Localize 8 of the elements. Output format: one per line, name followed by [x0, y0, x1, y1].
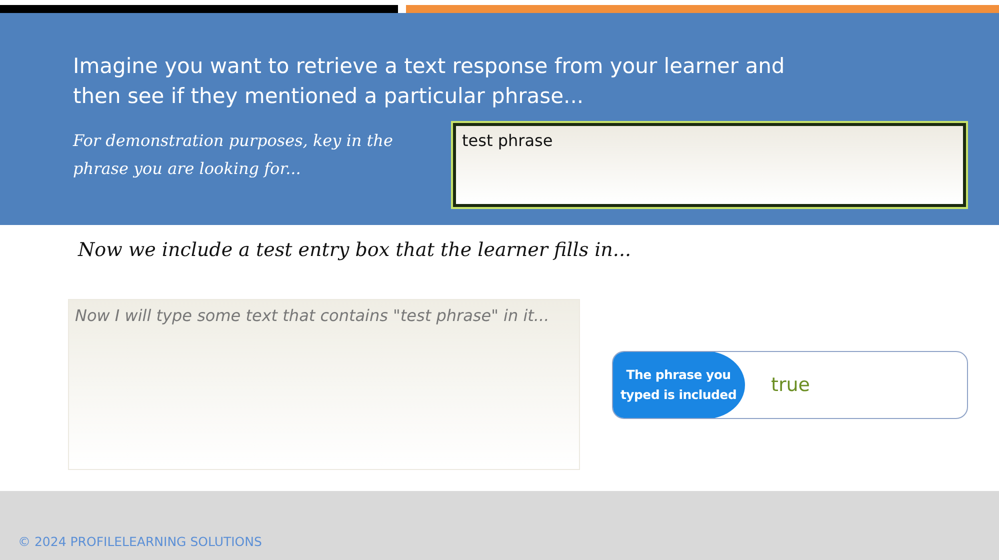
copyright-text: © 2024 PROFILELEARNING SOLUTIONS — [18, 534, 262, 549]
result-label: The phrase you typed is included — [613, 352, 745, 418]
phrase-field[interactable]: test phrase — [453, 123, 966, 207]
answer-box[interactable]: Now I will type some text that contains "test phrase" in it... — [68, 299, 580, 470]
result-value: true — [771, 374, 810, 396]
prompt-text: For demonstration purposes, key in the phrase you are looking for... — [73, 130, 394, 180]
intro-text: Imagine you want to retrieve a text response from your learner and then see if they mentioned a particular phrase... — [73, 53, 786, 110]
instruction-text: Now we include a test entry box that the learner fills in... — [78, 238, 632, 263]
